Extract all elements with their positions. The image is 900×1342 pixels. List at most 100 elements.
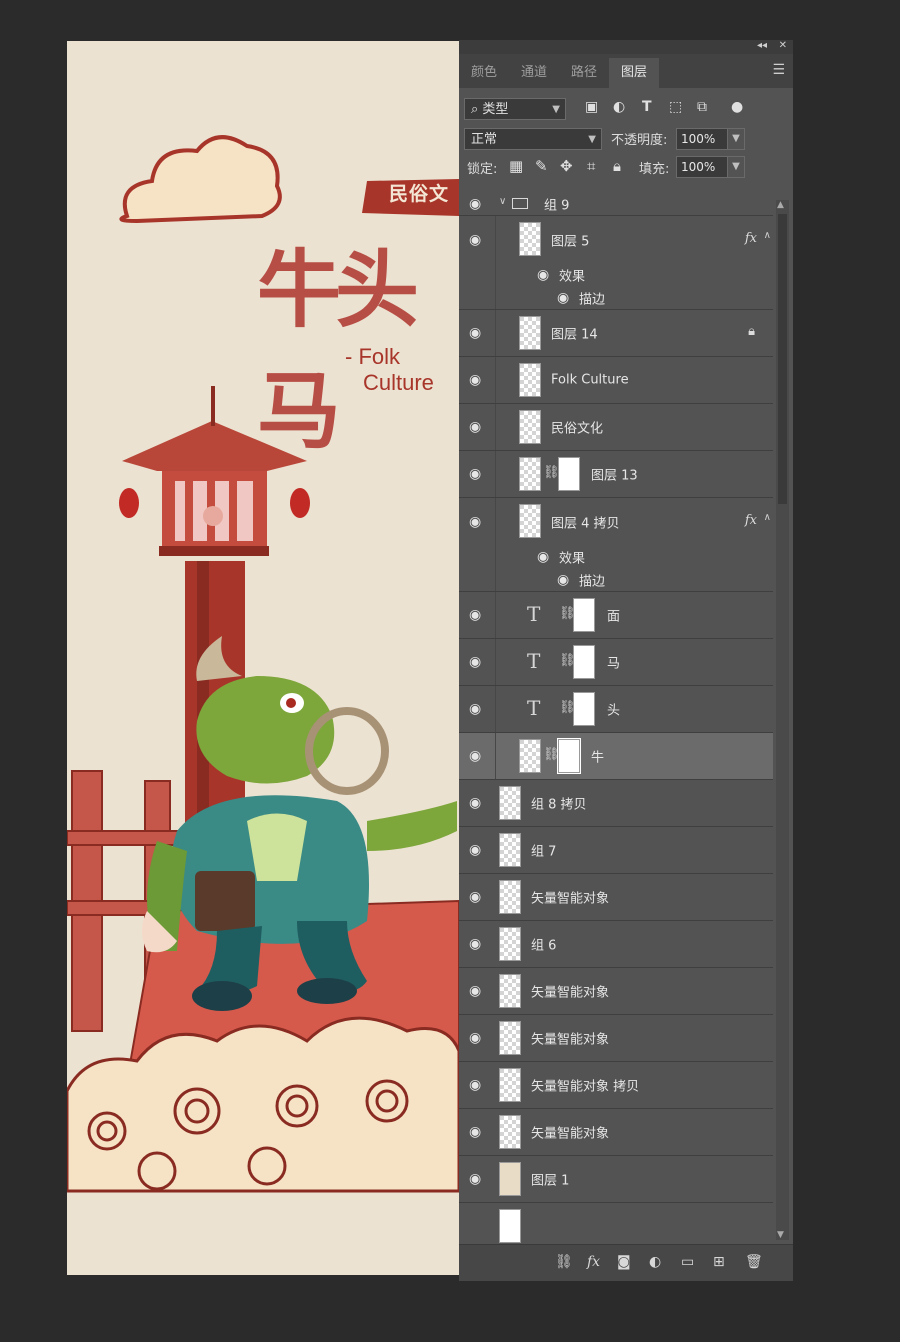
layer-group-9[interactable]: ◉ ∨ 组 9 xyxy=(459,192,773,216)
layer-4-stroke[interactable]: ◉ 描边 xyxy=(459,569,773,592)
lock-all-icon[interactable]: 🔒︎ xyxy=(613,157,621,175)
layer-13[interactable]: ◉ ⛓ 图层 13 xyxy=(459,451,773,498)
blend-mode-select[interactable]: 正常 ▼ xyxy=(464,128,602,150)
chevron-up-icon[interactable]: ∧ xyxy=(764,512,771,523)
layer-4-copy[interactable]: ◉ 图层 4 拷贝 fx ∧ xyxy=(459,498,773,545)
layer-group-6[interactable]: ◉ 组 6 xyxy=(459,921,773,968)
collapse-panel-button[interactable]: ◂◂ xyxy=(757,40,767,51)
layer-5-effects[interactable]: ◉ 效果 xyxy=(459,263,773,287)
layer-text-ma[interactable]: ◉ T ⛓ 马 xyxy=(459,639,773,686)
scroll-down-icon[interactable]: ▼ xyxy=(777,1230,784,1240)
visibility-eye-icon[interactable]: ◉ xyxy=(469,1077,481,1093)
delete-layer-icon[interactable]: 🗑︎ xyxy=(745,1254,763,1270)
tab-color[interactable]: 颜色 xyxy=(459,58,509,88)
filter-row: ⌕ 类型 ▼ ▣ ◐ T ⬚ ⧉ ● xyxy=(459,94,793,124)
layer-name: 矢量智能对象 xyxy=(531,891,610,907)
layer-name: 矢量智能对象 拷贝 xyxy=(531,1079,640,1095)
visibility-eye-icon[interactable]: ◉ xyxy=(469,1030,481,1046)
layer-smart-object-1[interactable]: ◉ 矢量智能对象 xyxy=(459,874,773,921)
layer-folk-culture[interactable]: ◉ Folk Culture xyxy=(459,357,773,404)
layer-name: 图层 5 xyxy=(551,234,590,249)
visibility-eye-icon[interactable]: ◉ xyxy=(469,748,481,764)
filter-type-icon[interactable]: T xyxy=(642,99,652,115)
tab-layers[interactable]: 图层 xyxy=(609,58,660,88)
new-adjustment-layer-icon[interactable]: ◐ xyxy=(649,1254,661,1270)
layer-1[interactable]: ◉ 图层 1 xyxy=(459,1156,773,1203)
filter-kind-select[interactable]: ⌕ 类型 ▼ xyxy=(464,98,566,120)
visibility-eye-icon[interactable]: ◉ xyxy=(469,1171,481,1187)
visibility-eye-icon[interactable]: ◉ xyxy=(537,267,549,283)
opacity-dropdown[interactable]: ▼ xyxy=(727,128,745,150)
chevron-up-icon[interactable]: ∧ xyxy=(764,230,771,241)
opacity-input[interactable]: 100% xyxy=(676,128,728,150)
layer-5[interactable]: ◉ 图层 5 fx ∧ xyxy=(459,216,773,263)
layer-mask-thumbnail[interactable] xyxy=(573,692,595,726)
filter-adjustment-icon[interactable]: ◐ xyxy=(613,99,625,115)
layer-4-effects[interactable]: ◉ 效果 xyxy=(459,545,773,569)
tab-channels[interactable]: 通道 xyxy=(509,58,559,88)
chevron-down-icon[interactable]: ∨ xyxy=(499,196,506,207)
new-group-icon[interactable]: ▭ xyxy=(681,1254,694,1270)
lock-artboard-icon[interactable]: ⌗ xyxy=(587,157,595,175)
visibility-eye-icon[interactable]: ◉ xyxy=(469,419,481,435)
panel-menu-icon[interactable]: ☰ xyxy=(772,62,785,78)
layer-text-mian[interactable]: ◉ T ⛓ 面 xyxy=(459,592,773,639)
visibility-eye-icon[interactable]: ◉ xyxy=(557,290,569,306)
visibility-eye-icon[interactable]: ◉ xyxy=(469,466,481,482)
visibility-eye-icon[interactable]: ◉ xyxy=(469,196,481,212)
layer-mask-thumbnail[interactable] xyxy=(557,738,581,774)
layer-mask-thumbnail[interactable] xyxy=(573,645,595,679)
layer-smart-object-copy[interactable]: ◉ 矢量智能对象 拷贝 xyxy=(459,1062,773,1109)
visibility-eye-icon[interactable]: ◉ xyxy=(469,232,481,248)
fx-icon[interactable]: fx xyxy=(745,231,757,246)
smart-object-thumbnail xyxy=(499,1068,521,1102)
visibility-eye-icon[interactable]: ◉ xyxy=(469,607,481,623)
link-layers-icon[interactable]: ⛓ xyxy=(555,1254,573,1270)
fx-icon[interactable]: fx xyxy=(745,513,757,528)
fill-dropdown[interactable]: ▼ xyxy=(727,156,745,178)
layer-smart-object-3[interactable]: ◉ 矢量智能对象 xyxy=(459,1015,773,1062)
add-mask-icon[interactable]: ◙ xyxy=(617,1254,631,1270)
lock-move-icon[interactable]: ✥ xyxy=(560,157,573,175)
layer-mask-thumbnail[interactable] xyxy=(573,598,595,632)
visibility-eye-icon[interactable]: ◉ xyxy=(469,889,481,905)
visibility-eye-icon[interactable]: ◉ xyxy=(469,1124,481,1140)
visibility-eye-icon[interactable]: ◉ xyxy=(469,325,481,341)
layer-text-tou[interactable]: ◉ T ⛓ 头 xyxy=(459,686,773,733)
filter-toggle-icon[interactable]: ● xyxy=(731,99,743,115)
scroll-up-icon[interactable]: ▲ xyxy=(777,200,784,210)
layer-smart-object-4[interactable]: ◉ 矢量智能对象 xyxy=(459,1109,773,1156)
layer-group-8-copy[interactable]: ◉ 组 8 拷贝 xyxy=(459,780,773,827)
lock-transparent-icon[interactable]: ▦ xyxy=(509,157,523,175)
layer-minsu-wenhua[interactable]: ◉ 民俗文化 xyxy=(459,404,773,451)
layer-background[interactable] xyxy=(459,1203,773,1244)
visibility-eye-icon[interactable]: ◉ xyxy=(469,795,481,811)
new-layer-icon[interactable]: ⊞ xyxy=(713,1254,725,1270)
fill-input[interactable]: 100% xyxy=(676,156,728,178)
tab-paths[interactable]: 路径 xyxy=(559,58,609,88)
visibility-eye-icon[interactable]: ◉ xyxy=(469,936,481,952)
visibility-eye-icon[interactable]: ◉ xyxy=(537,549,549,565)
close-panel-button[interactable]: ✕ xyxy=(779,40,787,51)
layer-niu[interactable]: ◉ ⛓ 牛 xyxy=(459,733,773,780)
filter-pixel-icon[interactable]: ▣ xyxy=(585,99,598,115)
filter-shape-icon[interactable]: ⬚ xyxy=(669,99,682,115)
visibility-eye-icon[interactable]: ◉ xyxy=(557,572,569,588)
document-canvas[interactable]: 民俗文 牛头马 - Folk Culture xyxy=(67,41,459,1275)
layer-mask-thumbnail[interactable] xyxy=(558,457,580,491)
visibility-eye-icon[interactable]: ◉ xyxy=(469,372,481,388)
visibility-eye-icon[interactable]: ◉ xyxy=(469,983,481,999)
scrollbar-thumb[interactable] xyxy=(778,214,787,504)
layer-5-stroke[interactable]: ◉ 描边 xyxy=(459,287,773,310)
visibility-eye-icon[interactable]: ◉ xyxy=(469,842,481,858)
add-layer-style-icon[interactable]: fx xyxy=(587,1254,600,1270)
layers-scrollbar[interactable]: ▲ ▼ xyxy=(776,200,789,1240)
lock-paint-icon[interactable]: ✎ xyxy=(535,157,548,175)
layer-14[interactable]: ◉ 图层 14 🔒︎ xyxy=(459,310,773,357)
visibility-eye-icon[interactable]: ◉ xyxy=(469,514,481,530)
layer-group-7[interactable]: ◉ 组 7 xyxy=(459,827,773,874)
layer-smart-object-2[interactable]: ◉ 矢量智能对象 xyxy=(459,968,773,1015)
visibility-eye-icon[interactable]: ◉ xyxy=(469,654,481,670)
visibility-eye-icon[interactable]: ◉ xyxy=(469,701,481,717)
filter-smart-object-icon[interactable]: ⧉ xyxy=(697,99,707,115)
